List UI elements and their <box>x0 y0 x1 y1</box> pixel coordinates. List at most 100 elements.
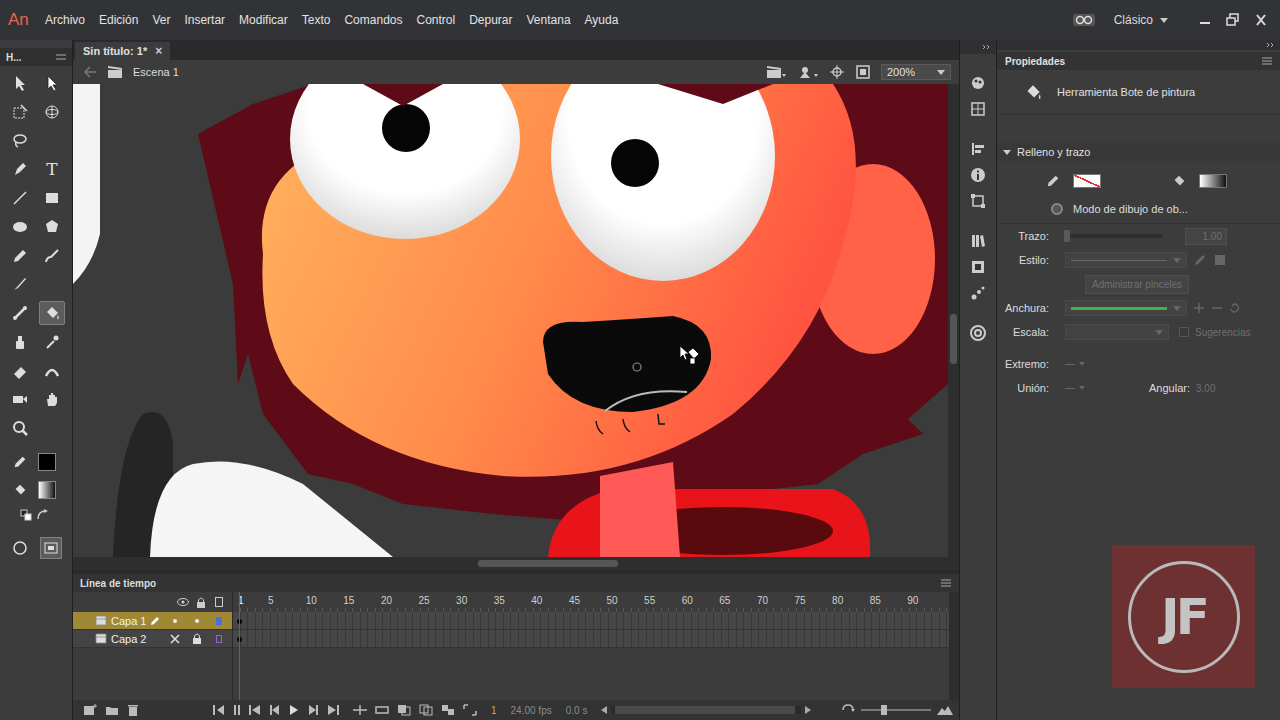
panel-menu-icon[interactable] <box>1262 57 1272 65</box>
menu-item[interactable]: Depurar <box>462 13 519 27</box>
frame-row[interactable] <box>233 630 949 648</box>
outline-toggle[interactable] <box>210 635 228 643</box>
scroll-thumb[interactable] <box>478 560 618 567</box>
drawing-mode-row[interactable]: Modo de dibujo de ob... <box>997 193 1280 224</box>
tool-button[interactable] <box>7 244 33 268</box>
tab-close-button[interactable]: × <box>155 44 162 58</box>
scroll-thumb[interactable] <box>615 706 795 714</box>
scroll-thumb[interactable] <box>950 314 957 364</box>
close-icon[interactable] <box>1248 11 1274 29</box>
tool-button[interactable] <box>7 301 33 325</box>
modify-markers-icon[interactable] <box>463 704 477 716</box>
miter-value[interactable]: 3.00 <box>1196 383 1215 394</box>
sync-settings-icon[interactable] <box>1072 12 1096 28</box>
loop-options-icon[interactable] <box>211 705 225 715</box>
hints-checkbox[interactable] <box>1179 327 1189 337</box>
panel-button[interactable] <box>965 70 991 96</box>
current-frame[interactable]: 1 <box>491 705 497 716</box>
strip-collapse[interactable] <box>960 40 996 54</box>
panel-button[interactable] <box>965 254 991 280</box>
outline-column[interactable] <box>210 597 228 607</box>
mountain-icon[interactable] <box>937 705 953 715</box>
stage-canvas[interactable] <box>73 84 948 557</box>
scroll-track[interactable] <box>611 706 801 714</box>
visibility-toggle[interactable] <box>166 634 184 644</box>
visibility-column[interactable] <box>174 598 192 606</box>
tool-button[interactable] <box>7 186 33 210</box>
outline-toggle[interactable] <box>210 617 228 625</box>
previous-frame-icon[interactable] <box>269 705 281 715</box>
layer-row[interactable]: Capa 2 <box>73 630 232 648</box>
menu-item[interactable]: Archivo <box>38 13 92 27</box>
tool-button[interactable] <box>7 215 33 239</box>
style-dropdown[interactable] <box>1065 252 1187 268</box>
tool-button[interactable] <box>39 330 65 354</box>
menu-item[interactable]: Texto <box>295 13 338 27</box>
new-layer-icon[interactable] <box>83 704 97 716</box>
menu-item[interactable]: Ver <box>145 13 177 27</box>
new-folder-icon[interactable] <box>105 704 119 716</box>
restore-icon[interactable] <box>1220 11 1246 29</box>
manage-brushes-button[interactable]: Administrar pinceles <box>1085 275 1189 294</box>
tool-button[interactable] <box>7 359 33 383</box>
panel-button[interactable] <box>965 320 991 346</box>
edit-scene-icon[interactable] <box>765 64 787 80</box>
tool-button[interactable] <box>39 301 65 325</box>
panel-button[interactable] <box>965 136 991 162</box>
tool-button[interactable] <box>39 186 65 210</box>
stop-icon[interactable] <box>233 705 241 715</box>
tool-button[interactable] <box>7 100 33 124</box>
default-colors-icon[interactable] <box>20 509 32 521</box>
brush-library-icon[interactable] <box>1213 253 1227 267</box>
tool-button[interactable] <box>39 71 65 95</box>
scroll-right-icon[interactable] <box>805 706 811 714</box>
frame-rate[interactable]: 24.00 fps <box>511 705 552 716</box>
lock-toggle[interactable] <box>188 633 206 644</box>
next-frame-icon[interactable] <box>307 705 319 715</box>
edit-style-icon[interactable] <box>1193 253 1207 267</box>
timeline-horizontal-scrollbar[interactable] <box>601 706 811 714</box>
panel-menu-icon[interactable] <box>941 579 951 587</box>
panel-button[interactable] <box>965 280 991 306</box>
onion-skin-icon[interactable] <box>397 704 411 716</box>
layer-row[interactable]: Capa 1 <box>73 612 232 630</box>
menu-item[interactable]: Edición <box>92 13 145 27</box>
properties-collapse[interactable] <box>997 40 1280 50</box>
fill-color-swatch[interactable] <box>38 481 56 499</box>
menu-item[interactable]: Control <box>409 13 462 27</box>
last-frame-icon[interactable] <box>327 705 339 715</box>
zoom-dropdown[interactable]: 200% <box>881 64 951 80</box>
frames-area[interactable]: 151015202530354045505560657075808590 <box>233 592 949 700</box>
play-icon[interactable] <box>289 705 299 715</box>
scale-dropdown[interactable] <box>1065 324 1169 340</box>
menu-item[interactable]: Insertar <box>177 13 232 27</box>
document-tab[interactable]: Sin título: 1*× <box>75 42 170 60</box>
clip-stage-icon[interactable] <box>855 64 871 80</box>
timeline-zoom-slider[interactable] <box>861 709 931 711</box>
tool-button[interactable] <box>7 157 33 181</box>
reset-icon[interactable] <box>1229 302 1241 314</box>
visibility-toggle[interactable] <box>166 618 184 624</box>
center-frame-icon[interactable] <box>353 705 367 715</box>
fill-color-swatch[interactable] <box>1199 174 1227 188</box>
gap-size-button[interactable] <box>40 537 62 559</box>
tool-button[interactable] <box>39 215 65 239</box>
stroke-value[interactable]: 1.00 <box>1185 228 1227 245</box>
tool-button[interactable] <box>7 416 33 440</box>
timeline-scrollbar[interactable] <box>949 592 959 700</box>
tool-button[interactable] <box>39 100 65 124</box>
minimize-icon[interactable] <box>1192 11 1218 29</box>
stroke-color-swatch[interactable] <box>1073 174 1101 188</box>
panel-button[interactable] <box>965 162 991 188</box>
tool-button[interactable] <box>39 359 65 383</box>
back-arrow-icon[interactable] <box>83 66 97 78</box>
tool-button[interactable] <box>39 387 65 411</box>
tool-button[interactable]: T <box>39 157 65 181</box>
first-frame-icon[interactable] <box>249 705 261 715</box>
slider-handle[interactable] <box>1064 230 1070 242</box>
remove-icon[interactable] <box>1211 302 1223 314</box>
menu-item[interactable]: Ventana <box>520 13 578 27</box>
width-dropdown[interactable] <box>1065 300 1187 316</box>
delete-icon[interactable] <box>127 704 139 716</box>
cap-dropdown[interactable] <box>1065 358 1093 370</box>
